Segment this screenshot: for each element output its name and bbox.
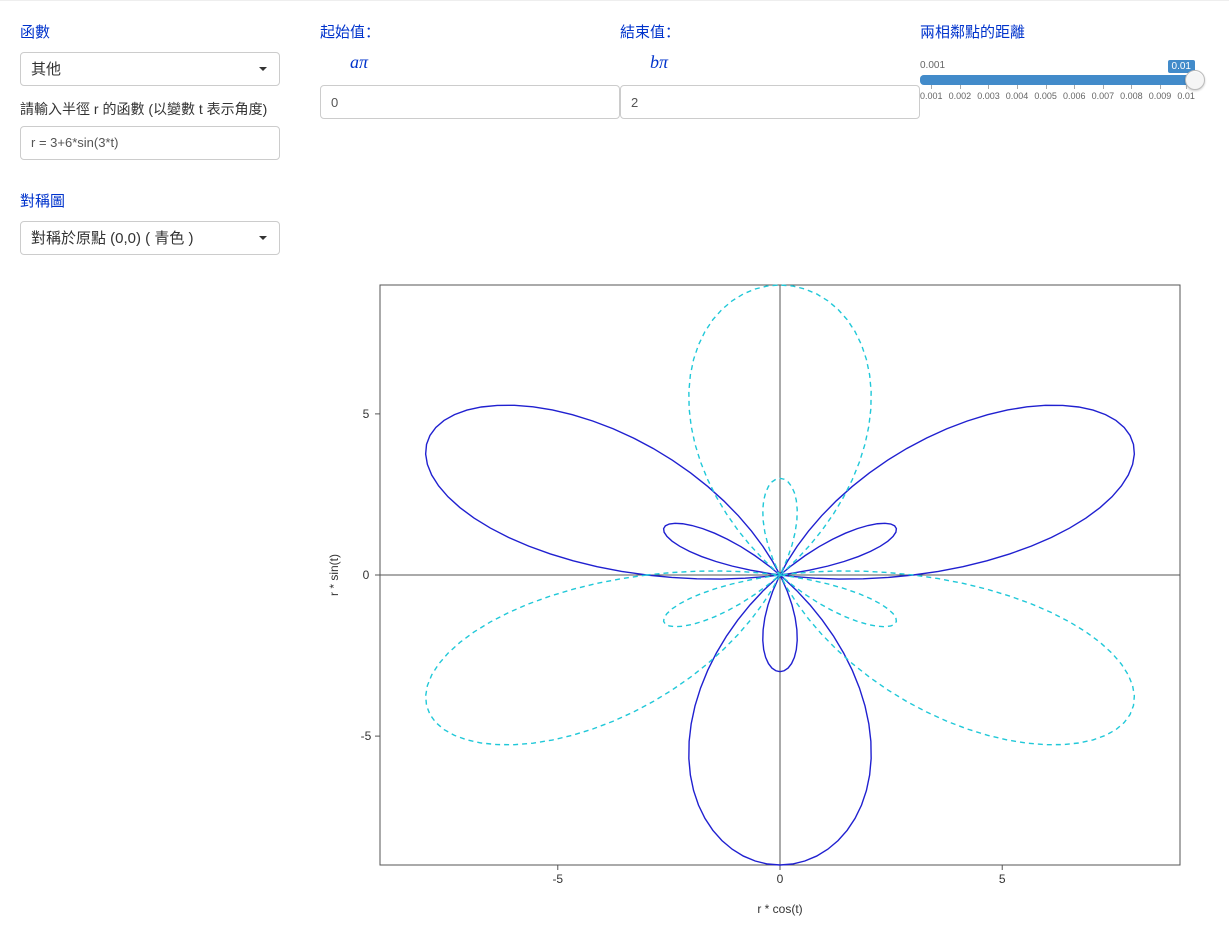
function-dropdown[interactable]: 其他 <box>20 52 280 86</box>
slider-min-text: 0.001 <box>920 60 945 73</box>
slider-label: 兩相鄰點的距離 <box>920 21 1200 42</box>
slider-handle[interactable] <box>1185 70 1205 90</box>
slider-ticks: 0.0010.0020.0030.0040.0050.0060.0070.008… <box>920 91 1195 101</box>
start-input[interactable] <box>320 85 620 119</box>
svg-text:5: 5 <box>999 872 1006 886</box>
svg-text:0: 0 <box>777 872 784 886</box>
function-dropdown-value: 其他 <box>31 61 61 78</box>
function-input[interactable] <box>20 126 280 160</box>
function-label: 函數 <box>20 21 320 42</box>
symmetry-dropdown[interactable]: 對稱於原點 (0,0) ( 青色 ) <box>20 221 280 255</box>
svg-text:r * sin(t): r * sin(t) <box>327 554 341 596</box>
end-math: bπ <box>650 52 920 73</box>
step-slider[interactable]: 0.001 0.01 0.0010.0020.0030.0040.0050.00… <box>920 60 1195 101</box>
caret-down-icon <box>257 63 269 75</box>
end-input[interactable] <box>620 85 920 119</box>
svg-text:r * cos(t): r * cos(t) <box>757 902 802 916</box>
caret-down-icon <box>257 232 269 244</box>
symmetry-dropdown-value: 對稱於原點 (0,0) ( 青色 ) <box>31 230 194 247</box>
slider-fill <box>920 75 1195 85</box>
svg-text:0: 0 <box>363 568 370 582</box>
function-hint: 請輸入半徑 r 的函數 (以變數 t 表示角度) <box>20 100 280 120</box>
slider-track[interactable] <box>920 75 1195 85</box>
polar-plot: -5 0 5 -5 0 5 r * cos(t) r * sin(t) <box>320 265 1200 925</box>
end-label: 結束值： <box>620 21 920 42</box>
svg-text:-5: -5 <box>361 729 372 743</box>
svg-text:-5: -5 <box>552 872 563 886</box>
start-math: aπ <box>350 52 620 73</box>
symmetry-label: 對稱圖 <box>20 190 320 211</box>
start-label: 起始值： <box>320 21 620 42</box>
svg-text:5: 5 <box>363 406 370 420</box>
